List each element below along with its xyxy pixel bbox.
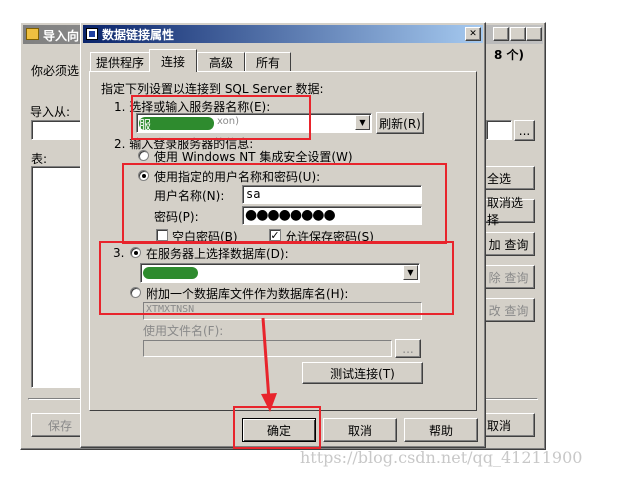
server-dropdown-arrow-icon[interactable]: ▼ bbox=[355, 115, 370, 130]
filename-input[interactable] bbox=[143, 340, 392, 357]
annotation-box-login bbox=[122, 163, 447, 244]
use-filename-label: 使用文件名(F): bbox=[143, 324, 224, 338]
browse-file-button[interactable]: ... bbox=[395, 339, 421, 358]
watermark: https://blog.csdn.net/qq_41211900 bbox=[300, 448, 583, 467]
windows-nt-auth-radio[interactable] bbox=[138, 150, 149, 161]
test-connection-button[interactable]: 测试连接(T) bbox=[302, 362, 423, 384]
help-button[interactable]: 帮助 bbox=[404, 418, 478, 442]
annotation-box-ok bbox=[233, 406, 321, 449]
refresh-button[interactable]: 刷新(R) bbox=[376, 112, 424, 134]
annotation-box-server bbox=[131, 95, 311, 140]
annotation-box-database bbox=[99, 241, 454, 315]
dialog-cancel-button[interactable]: 取消 bbox=[323, 418, 397, 442]
